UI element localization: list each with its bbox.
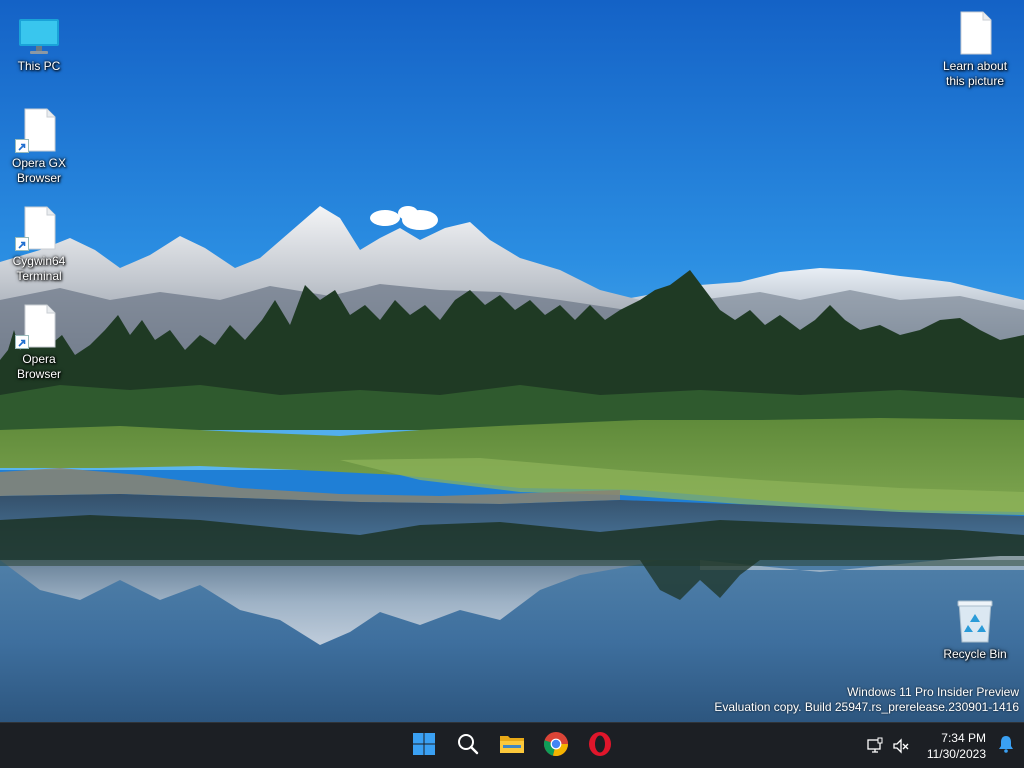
desktop-icon-label: This PC [17,59,61,73]
evaluation-watermark: Windows 11 Pro Insider Preview Evaluatio… [714,685,1019,715]
shortcut-arrow-icon [15,139,29,153]
desktop-wallpaper [0,0,1024,722]
search-button[interactable] [446,726,490,766]
desktop-icon-opera-browser[interactable]: Opera Browser [2,301,76,382]
shortcut-arrow-icon [15,335,29,349]
desktop-icon-cygwin64-terminal[interactable]: Cygwin64 Terminal [2,203,76,284]
desktop-icon-label: Cygwin64 Terminal [12,254,66,283]
clock[interactable]: 7:34 PM 11/30/2023 [914,730,988,762]
desktop-icon-label: Opera Browser [16,352,61,381]
desktop-icon-learn-about-this-picture[interactable]: Learn about this picture [933,8,1017,89]
file-icon [951,8,999,56]
volume-muted-icon[interactable] [888,731,914,761]
taskbar: 7:34 PM 11/30/2023 [0,722,1024,768]
file-shortcut-icon [15,203,63,251]
desktop-icon-recycle-bin[interactable]: Recycle Bin [938,596,1012,662]
bell-icon [998,735,1014,758]
desktop-icon-opera-gx-browser[interactable]: Opera GX Browser [2,105,76,186]
system-tray: 7:34 PM 11/30/2023 [862,723,1024,768]
clock-date: 11/30/2023 [926,747,986,761]
desktop-icon-this-pc[interactable]: This PC [2,8,76,74]
desktop-icon-label: Recycle Bin [943,647,1007,661]
opera-button[interactable] [578,726,622,766]
desktop-icon-label: Learn about this picture [942,59,1008,88]
folder-icon [499,732,525,761]
windows-logo-icon [412,732,436,761]
watermark-edition: Windows 11 Pro Insider Preview [847,685,1019,699]
taskbar-pinned-apps [402,723,622,768]
watermark-build: Evaluation copy. Build 25947.rs_prerelea… [714,700,1019,714]
clock-time: 7:34 PM [941,731,986,745]
network-icon[interactable] [862,731,888,761]
file-shortcut-icon [15,301,63,349]
file-explorer-button[interactable] [490,726,534,766]
notification-button[interactable] [988,731,1024,761]
file-shortcut-icon [15,105,63,153]
monitor-icon [15,8,63,56]
opera-icon [587,731,613,762]
recycle-bin-icon [951,596,999,644]
start-button[interactable] [402,726,446,766]
chrome-icon [543,731,569,762]
search-icon [456,732,480,761]
desktop-icon-label: Opera GX Browser [11,156,67,185]
chrome-button[interactable] [534,726,578,766]
shortcut-arrow-icon [15,237,29,251]
